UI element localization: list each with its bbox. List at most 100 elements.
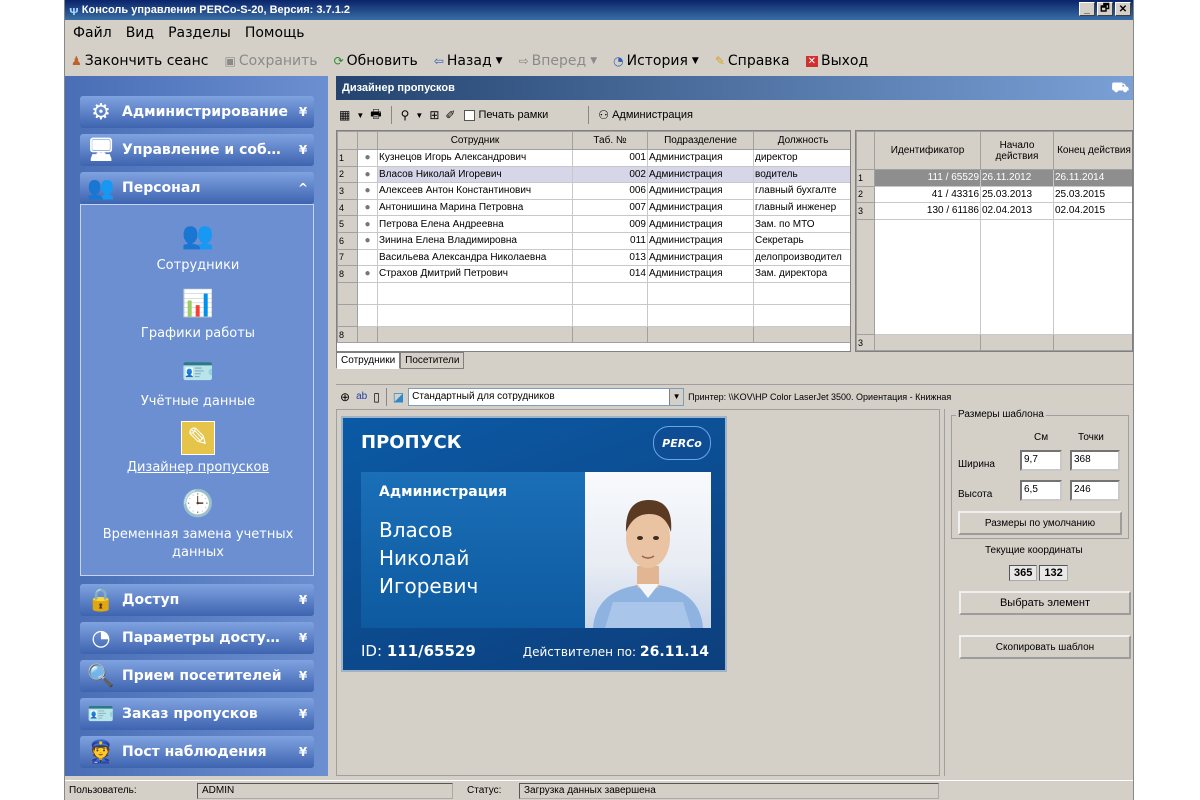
- column-header-tab-number[interactable]: Таб. №: [572, 131, 648, 150]
- sidebar-item-temporary-replacement[interactable]: 🕒 Временная замена учетных данных: [81, 487, 315, 562]
- chevron-down-icon[interactable]: ▼: [669, 388, 684, 405]
- column-header-position[interactable]: Должность: [753, 131, 850, 150]
- table-row[interactable]: 2 41 / 43316 25.03.2013 25.03.2015: [856, 185, 1132, 204]
- image-element-icon[interactable]: ◪: [393, 390, 404, 404]
- card-title[interactable]: ПРОПУСК: [361, 432, 461, 453]
- position-cell[interactable]: Зам. директора: [753, 265, 850, 283]
- table-row[interactable]: 1 111 / 65529 26.11.2012 26.11.2014: [856, 169, 1132, 187]
- blank-page-icon[interactable]: ▯: [373, 390, 380, 404]
- height-points-input[interactable]: 246: [1070, 480, 1120, 501]
- employee-photo[interactable]: [585, 472, 711, 628]
- position-cell[interactable]: главный инженер: [753, 198, 850, 217]
- sidebar-section-access-params[interactable]: ◔ Параметры досту… ¥: [80, 622, 314, 654]
- card-patronymic[interactable]: Игоревич: [379, 574, 478, 598]
- print-frames-checkbox[interactable]: [464, 109, 476, 121]
- chevron-down-icon[interactable]: ¥: [292, 105, 314, 119]
- chevron-down-icon[interactable]: ¥: [292, 669, 314, 683]
- default-size-button[interactable]: Размеры по умолчанию: [958, 511, 1122, 535]
- table-row[interactable]: 5 ● Петрова Елена Андреевна 009 Администраци…: [337, 215, 850, 233]
- grid-view-icon[interactable]: ▦: [339, 108, 350, 122]
- chevron-up-icon[interactable]: ^: [292, 181, 314, 195]
- back-button[interactable]: ⇦ Назад ▼: [434, 53, 503, 69]
- maximize-button[interactable]: 🗗: [1097, 2, 1113, 16]
- employee-name-cell[interactable]: Власов Николай Игоревич: [377, 165, 573, 184]
- department-cell[interactable]: Администрация: [647, 248, 754, 267]
- department-cell[interactable]: Администрация: [647, 231, 754, 250]
- column-header-start-date[interactable]: Начало действия: [980, 131, 1054, 170]
- start-date-cell[interactable]: 02.04.2013: [980, 202, 1054, 220]
- chevron-down-icon[interactable]: ¥: [292, 745, 314, 759]
- tab-employees[interactable]: Сотрудники: [336, 352, 401, 369]
- sidebar-section-administration[interactable]: ⚙ Администрирование ¥: [80, 96, 314, 128]
- chevron-down-icon[interactable]: ▼: [590, 56, 597, 66]
- chevron-down-icon[interactable]: ¥: [292, 593, 314, 607]
- sidebar-item-credentials[interactable]: 🪪 Учётные данные: [81, 355, 315, 409]
- employee-name-cell[interactable]: Кузнецов Игорь Александрович: [377, 149, 573, 167]
- position-cell[interactable]: водитель: [753, 165, 850, 184]
- sidebar-section-visitors[interactable]: 🔍 Прием посетителей ¥: [80, 660, 314, 692]
- refresh-button[interactable]: ⟳ Обновить: [334, 53, 418, 69]
- sidebar-section-pass-orders[interactable]: 🪪 Заказ пропусков ¥: [80, 698, 314, 730]
- card-valid-until[interactable]: Действителен по: 26.11.14: [523, 644, 709, 660]
- sidebar-item-employees[interactable]: 👥 Сотрудники: [81, 219, 315, 273]
- tab-number-cell[interactable]: 014: [572, 265, 648, 283]
- column-header-department[interactable]: Подразделение: [647, 131, 754, 150]
- column-header-identifier[interactable]: Идентификатор: [874, 131, 981, 170]
- department-cell[interactable]: Администрация: [647, 265, 754, 283]
- edit-card-icon[interactable]: ✐: [445, 108, 455, 122]
- end-session-button[interactable]: ♟ Закончить сеанс: [71, 53, 208, 69]
- chevron-down-icon[interactable]: ¥: [292, 143, 314, 157]
- card-id[interactable]: ID: 111/65529: [361, 642, 476, 660]
- position-cell[interactable]: делопроизводител: [753, 248, 850, 267]
- chevron-down-icon[interactable]: ▼: [356, 111, 364, 120]
- department-tree-icon[interactable]: ⚇: [598, 108, 609, 122]
- department-filter-label[interactable]: Администрация: [612, 109, 693, 121]
- table-row[interactable]: 3 130 / 61186 02.04.2013 02.04.2015: [856, 202, 1132, 220]
- copy-template-button[interactable]: Скопировать шаблон: [959, 635, 1131, 659]
- exit-button[interactable]: ✕ Выход: [805, 53, 868, 69]
- table-row[interactable]: 7 Васильева Александра Николаевна 013 Админ…: [337, 248, 850, 267]
- tab-number-cell[interactable]: 011: [572, 231, 648, 250]
- employee-name-cell[interactable]: Страхов Дмитрий Петрович: [377, 265, 573, 283]
- pass-card-preview[interactable]: ПРОПУСК PERCo Администрация Власов Никол…: [341, 416, 727, 672]
- table-row[interactable]: 4 ● Антонишина Марина Петровна 007 Администр…: [337, 198, 850, 217]
- designer-canvas[interactable]: ПРОПУСК PERCo Администрация Власов Никол…: [336, 409, 940, 776]
- history-button[interactable]: ◔ История ▼: [613, 53, 699, 69]
- chevron-down-icon[interactable]: ▼: [496, 56, 503, 66]
- minimize-button[interactable]: _: [1079, 2, 1095, 16]
- tab-number-cell[interactable]: 013: [572, 248, 648, 267]
- binoculars-icon[interactable]: ⚲: [401, 108, 410, 122]
- employee-name-cell[interactable]: Алексеев Антон Константинович: [377, 182, 573, 200]
- table-row[interactable]: 3 ● Алексеев Антон Константинович 006 Админи…: [337, 182, 850, 200]
- department-cell[interactable]: Администрация: [647, 198, 754, 217]
- menu-view[interactable]: Вид: [126, 25, 154, 41]
- start-date-cell[interactable]: 25.03.2013: [980, 185, 1054, 204]
- identifier-cell[interactable]: 130 / 61186: [874, 202, 981, 220]
- menu-help[interactable]: Помощь: [245, 25, 305, 41]
- add-element-icon[interactable]: ⊕: [340, 390, 350, 404]
- employee-name-cell[interactable]: Васильева Александра Николаевна: [377, 248, 573, 267]
- sidebar-item-pass-designer[interactable]: ✎ Дизайнер пропусков: [81, 421, 315, 475]
- position-cell[interactable]: Зам. по МТО: [753, 215, 850, 233]
- column-header-employee[interactable]: Сотрудник: [377, 131, 573, 150]
- perco-logo[interactable]: PERCo: [653, 426, 711, 460]
- position-cell[interactable]: главный бухгалте: [753, 182, 850, 200]
- employee-name-cell[interactable]: Зинина Елена Владимировна: [377, 231, 573, 250]
- height-cm-input[interactable]: 6,5: [1020, 480, 1062, 501]
- position-cell[interactable]: директор: [753, 149, 850, 167]
- end-date-cell[interactable]: 25.03.2015: [1053, 185, 1132, 204]
- width-points-input[interactable]: 368: [1070, 450, 1120, 471]
- width-cm-input[interactable]: 9,7: [1020, 450, 1062, 471]
- employee-name-cell[interactable]: Антонишина Марина Петровна: [377, 198, 573, 217]
- department-cell[interactable]: Администрация: [647, 182, 754, 200]
- help-button[interactable]: ✎ Справка: [715, 53, 790, 69]
- table-row[interactable]: 8 ● Страхов Дмитрий Петрович 014 Администрац…: [337, 265, 850, 283]
- select-element-button[interactable]: Выбрать элемент: [959, 591, 1131, 615]
- identifier-cell[interactable]: 41 / 43316: [874, 185, 981, 204]
- table-row[interactable]: 1 ● Кузнецов Игорь Александрович 001 Админис…: [337, 149, 850, 167]
- end-date-cell[interactable]: 26.11.2014: [1053, 169, 1132, 187]
- chevron-down-icon[interactable]: ▼: [415, 111, 423, 120]
- menu-sections[interactable]: Разделы: [168, 25, 231, 41]
- save-button[interactable]: ▣ Сохранить: [224, 53, 317, 69]
- print-icon[interactable]: 🖶: [370, 105, 381, 126]
